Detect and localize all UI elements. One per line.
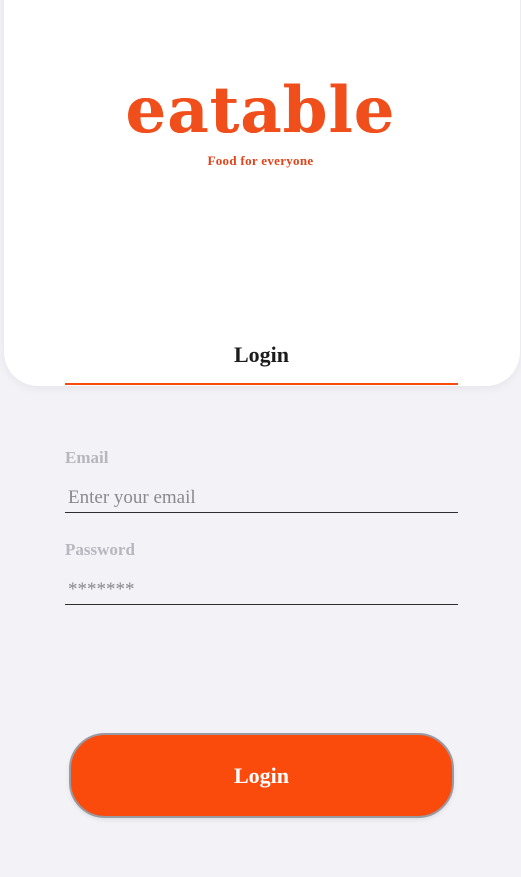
tab-login[interactable]: Login — [65, 340, 458, 385]
email-label: Email — [65, 448, 109, 467]
logo-splatter-decoration — [0, 76, 521, 156]
logo: eatable — [0, 76, 521, 146]
login-button[interactable]: Login — [69, 733, 454, 818]
tagline: Food for everyone — [207, 153, 314, 168]
header-card — [4, 0, 520, 386]
password-label: Password — [65, 540, 135, 559]
password-field[interactable] — [65, 575, 458, 605]
email-field[interactable] — [65, 483, 458, 513]
